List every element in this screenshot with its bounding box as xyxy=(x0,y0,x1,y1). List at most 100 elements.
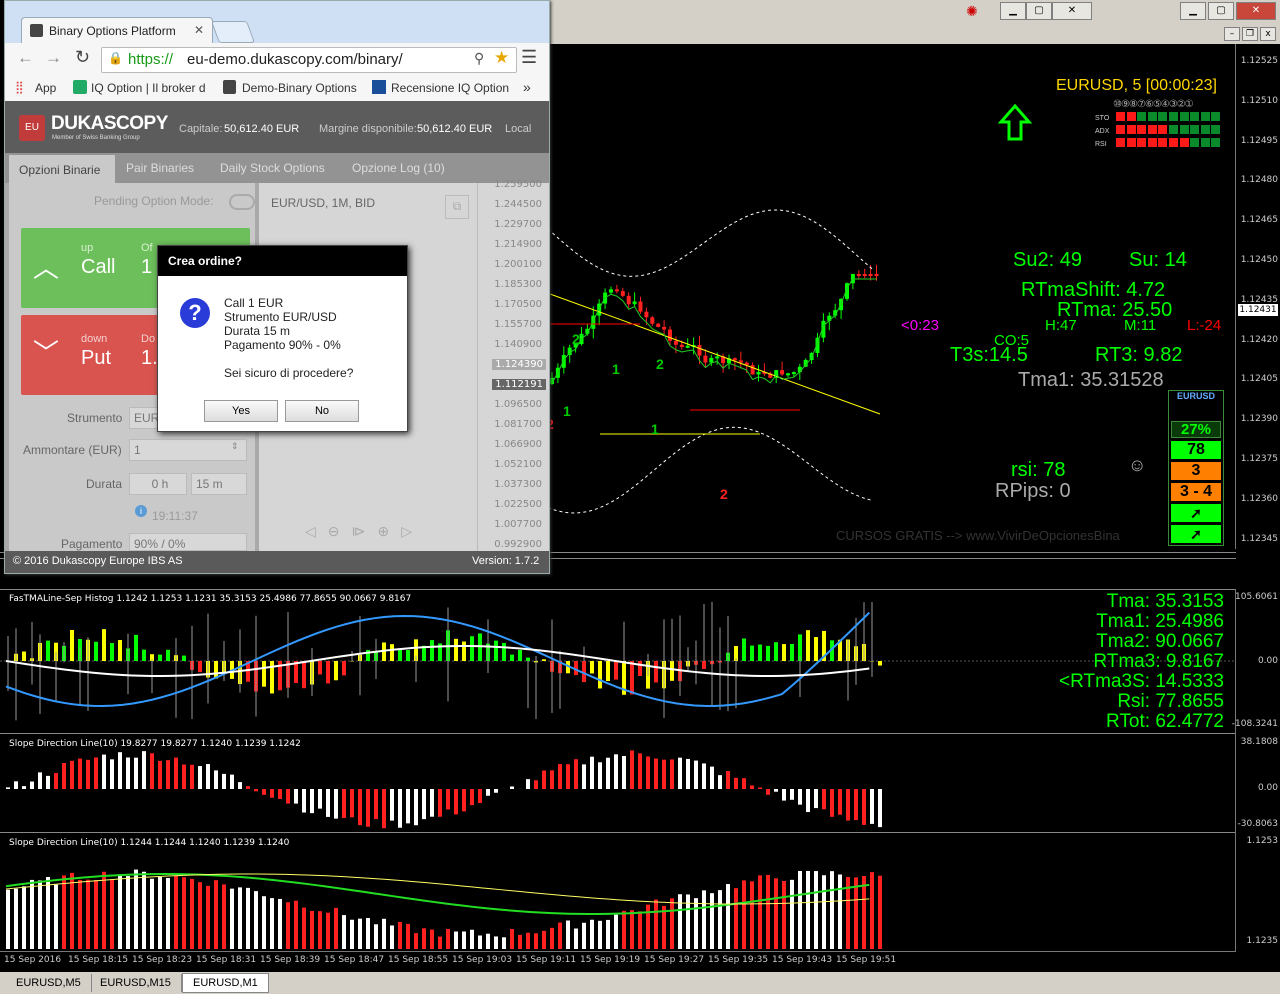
panel3-title: Slope Direction Line(10) 1.1244 1.1244 1… xyxy=(9,838,290,848)
panel3-bar xyxy=(390,925,394,949)
menu-icon[interactable]: ☰ xyxy=(521,47,537,68)
panel2-bar xyxy=(294,789,298,804)
bookmark-app[interactable]: App xyxy=(35,81,56,95)
price-tick: 1.12450 xyxy=(1240,255,1278,265)
panel2-bar xyxy=(374,789,378,820)
panel3-bar xyxy=(686,894,690,949)
close-button[interactable]: ✕ xyxy=(1052,2,1092,20)
panel3-bar xyxy=(14,888,18,949)
panel3-bar xyxy=(342,915,346,949)
bookmark-demo[interactable]: Demo-Binary Options xyxy=(242,81,357,95)
panel3-bar xyxy=(582,922,586,949)
key-icon[interactable]: ⚲ xyxy=(474,50,484,67)
local-label[interactable]: Local xyxy=(505,123,531,135)
ammontare-input[interactable]: 1 xyxy=(129,439,247,461)
panel2-bar xyxy=(726,771,730,789)
no-button[interactable]: No xyxy=(285,400,359,422)
chart-label: 1 xyxy=(563,403,571,419)
stat-t3s: T3s:14.5 xyxy=(950,344,1028,366)
reload-icon[interactable]: ↻ xyxy=(75,47,90,68)
bookmark-recensione[interactable]: Recensione IQ Option xyxy=(391,81,509,95)
ammontare-stepper-icon[interactable]: ⇕ xyxy=(231,441,239,452)
candle-body xyxy=(791,372,796,375)
tab-eurusd-m15[interactable]: EURUSD,M15 xyxy=(90,974,182,992)
panel3-bar xyxy=(470,929,474,949)
panel2-bar xyxy=(238,782,242,789)
panel2-bar xyxy=(270,789,274,798)
panel3-bar xyxy=(486,933,490,949)
panel3-bar xyxy=(246,887,250,949)
candle-body xyxy=(609,289,613,293)
tab-opzione-log[interactable]: Opzione Log (10) xyxy=(352,161,445,175)
mini-chart-nav-icons[interactable]: ◁⊖⧐⊕▷ xyxy=(305,523,424,540)
tab-daily-stock-options[interactable]: Daily Stock Options xyxy=(220,161,325,175)
indicator-cell xyxy=(1169,112,1178,121)
time-tick: 15 Sep 19:35 xyxy=(708,955,769,965)
bookmark-star-icon[interactable]: ★ xyxy=(494,48,509,68)
time-tick: 15 Sep 18:15 xyxy=(68,955,129,965)
tab-eurusd-m5[interactable]: EURUSD,M5 xyxy=(6,974,92,992)
panel2-bar xyxy=(382,789,386,829)
bookmark-iq-option[interactable]: IQ Option | Il broker d xyxy=(91,81,209,95)
app-footer: © 2016 Dukascopy Europe IBS AS Version: … xyxy=(5,551,549,573)
panel3-bar xyxy=(270,898,274,949)
new-tab-button[interactable] xyxy=(210,21,256,43)
tab-pair-binaries[interactable]: Pair Binaries xyxy=(126,161,194,175)
panel2-bar xyxy=(710,766,714,789)
browser-tab[interactable]: Binary Options Platform ✕ xyxy=(21,17,213,44)
panel3-bar xyxy=(30,879,34,949)
indicator-cell xyxy=(1126,138,1136,147)
candle-body xyxy=(868,274,873,276)
maximize-button[interactable]: ▢ xyxy=(1026,2,1052,20)
address-bar[interactable]: 🔒 https:// eu-demo.dukascopy.com/binary/… xyxy=(101,47,517,73)
panel1-bar xyxy=(334,661,338,681)
panel1-title: FasTMALine-Sep Histog 1.1242 1.1253 1.12… xyxy=(9,594,412,604)
panel1-bar xyxy=(22,651,26,661)
mt4-minimize-button[interactable]: ▁ xyxy=(1180,2,1206,20)
panel2-bar xyxy=(702,763,706,789)
time-tick: 15 Sep 2016 xyxy=(4,955,62,965)
child-minimize-button[interactable]: – xyxy=(1224,27,1240,41)
tab-close-icon[interactable]: ✕ xyxy=(194,23,204,37)
durata-minutes[interactable]: 15 m xyxy=(191,473,247,495)
child-restore-button[interactable]: ❐ xyxy=(1242,27,1258,41)
back-icon[interactable]: ← xyxy=(17,48,34,68)
mt4-maximize-button[interactable]: ▢ xyxy=(1208,2,1234,20)
candle-body xyxy=(685,345,690,348)
panel2-bar xyxy=(822,789,826,810)
forward-icon[interactable]: → xyxy=(45,48,62,68)
mt4-close-button[interactable]: ✕ xyxy=(1236,2,1276,20)
panel3-bar xyxy=(366,918,370,949)
panel1-bar xyxy=(94,641,98,661)
tab-eurusd-m1[interactable]: EURUSD,M1 xyxy=(182,973,269,993)
time-tick: 15 Sep 18:31 xyxy=(196,955,257,965)
child-close-button[interactable]: x xyxy=(1260,27,1276,41)
lower-band xyxy=(547,426,873,514)
bookmarks-more[interactable]: » xyxy=(523,79,531,95)
minimize-button[interactable]: ▁ xyxy=(1000,2,1026,20)
panel3-bar xyxy=(126,876,130,949)
pending-mode-toggle[interactable] xyxy=(229,194,255,210)
candle-body xyxy=(738,360,743,363)
durata-hours[interactable]: 0 h xyxy=(129,473,187,495)
panel3-bar xyxy=(6,889,10,949)
panel2-bar xyxy=(774,789,778,792)
panel2-bar xyxy=(398,789,402,828)
popout-icon[interactable]: ⧉ xyxy=(445,195,469,219)
tab-opzioni-binarie[interactable]: Opzioni Binarie xyxy=(9,155,115,183)
panel3-bar xyxy=(318,911,322,949)
panel3-bar xyxy=(22,886,26,949)
panel2-bar xyxy=(542,770,546,789)
panel1-bar xyxy=(462,641,466,661)
mt4-titlebar: ✺ ▁ ▢ ✕ ▁ ▢ ✕ xyxy=(548,0,1280,24)
app-tabs: Opzioni Binarie Pair Binaries Daily Stoc… xyxy=(5,153,549,183)
candle-body xyxy=(650,317,655,324)
yes-button[interactable]: Yes xyxy=(204,400,278,422)
panel1-bar xyxy=(654,661,658,683)
panel2-bar xyxy=(678,757,682,789)
panel1-bar xyxy=(46,640,50,661)
panel2-bar xyxy=(470,789,474,806)
panel2-bar xyxy=(174,757,178,789)
pagamento-select[interactable]: 90% / 0% xyxy=(129,533,247,551)
panel2-bar xyxy=(742,778,746,789)
